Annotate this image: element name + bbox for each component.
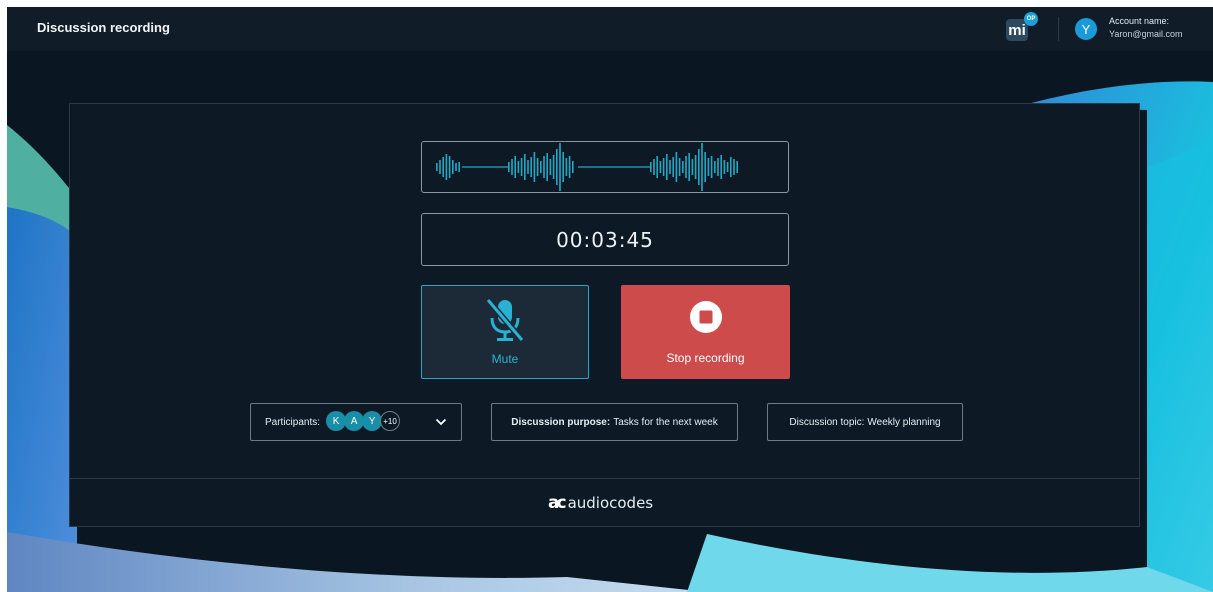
stop-icon	[690, 301, 722, 333]
stop-recording-label: Stop recording	[666, 351, 745, 365]
mute-label: Mute	[491, 352, 519, 366]
mute-button[interactable]: Mute	[421, 285, 589, 379]
account-email: Yaron@gmail.com	[1109, 29, 1183, 39]
page-title: Discussion recording	[37, 20, 170, 35]
panel-divider	[70, 478, 1139, 479]
participant-avatar: Y	[362, 411, 383, 431]
avatar[interactable]: Y	[1075, 18, 1097, 40]
recording-panel: 00:03:45 Mute Stop recording Participant…	[69, 103, 1140, 527]
account-label: Account name:	[1109, 16, 1170, 26]
participants-label: Participants:	[265, 416, 321, 428]
discussion-topic: Discussion topic: Weekly planning	[767, 403, 963, 441]
app-logo-badge: OP	[1024, 12, 1038, 26]
mic-off-icon	[485, 298, 525, 342]
discussion-purpose: Discussion purpose: Tasks for the next w…	[491, 403, 738, 441]
brand-name: audiocodes	[567, 494, 654, 512]
stop-recording-button[interactable]: Stop recording	[621, 285, 790, 379]
participants-more-count: +10	[380, 411, 401, 431]
participant-avatar: A	[344, 411, 365, 431]
participants-selector[interactable]: Participants: K A Y +10	[250, 403, 462, 441]
topic-label: Discussion topic:	[789, 416, 865, 428]
chevron-down-icon[interactable]	[435, 417, 447, 427]
recording-timer: 00:03:45	[421, 213, 789, 266]
waveform-graphic	[436, 143, 738, 191]
purpose-value: Tasks for the next week	[613, 416, 718, 428]
topic-value: Weekly planning	[867, 416, 941, 428]
purpose-label: Discussion purpose:	[511, 416, 611, 428]
header-divider	[1058, 17, 1059, 41]
participant-avatar: K	[326, 411, 347, 431]
participant-avatars: K A Y +10	[326, 411, 406, 433]
audio-waveform	[421, 141, 789, 193]
brand-mark: ac	[548, 493, 566, 513]
audiocodes-logo: ac audiocodes	[548, 493, 653, 513]
top-bar: Discussion recording mi OP Y Account nam…	[7, 7, 1213, 51]
